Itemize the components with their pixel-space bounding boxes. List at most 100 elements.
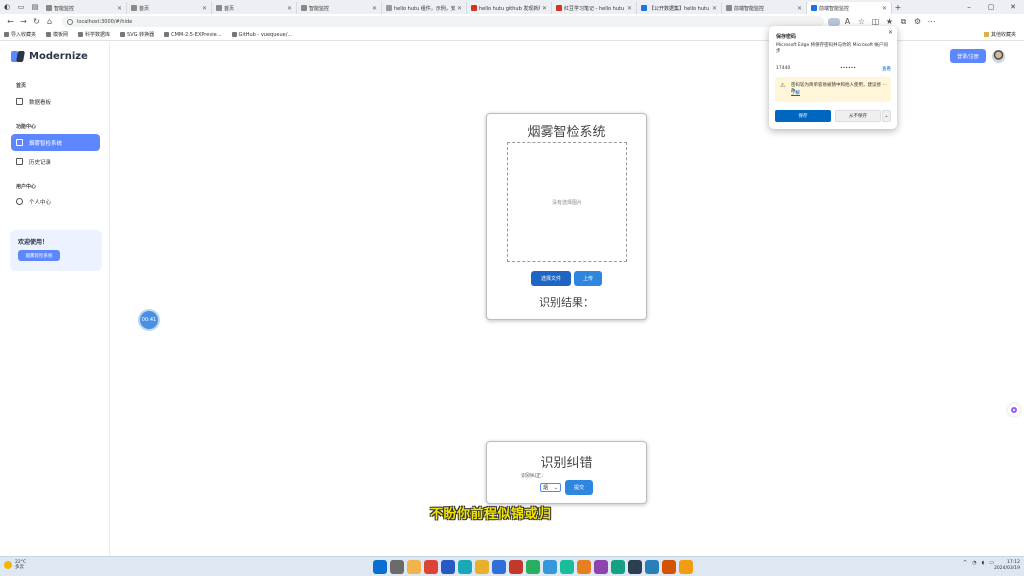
browser-tab[interactable]: 首页 ✕ <box>212 2 297 14</box>
volume-icon[interactable]: ◖ <box>982 560 985 566</box>
edge-assistant-icon[interactable] <box>1008 404 1020 416</box>
home-icon[interactable]: ⌂ <box>43 15 56 28</box>
tab-close-icon[interactable]: ✕ <box>202 5 207 12</box>
vscode-icon[interactable] <box>492 560 506 574</box>
settings-more-icon[interactable]: ⋯ <box>925 15 938 28</box>
submit-button[interactable]: 提交 <box>565 480 593 495</box>
file-explorer-icon[interactable] <box>407 560 421 574</box>
app-icon[interactable] <box>611 560 625 574</box>
browser-tab[interactable]: 智能监控 ✕ <box>297 2 382 14</box>
tab-close-icon[interactable]: ✕ <box>797 5 802 12</box>
url-field[interactable]: localhost:3000/#/hide <box>62 16 824 27</box>
browser-tab[interactable]: hello hutu 组件，示例，安装 ✕ <box>382 2 467 14</box>
sidebar-item-history[interactable]: 历史记录 <box>11 153 100 170</box>
app-icon[interactable] <box>662 560 676 574</box>
sidebar-item-profile[interactable]: 个人中心 <box>11 193 100 210</box>
browser-tab[interactable]: 智能监控 ✕ <box>42 2 127 14</box>
tab-close-icon[interactable]: ✕ <box>627 5 632 12</box>
extensions-icon[interactable]: ⚙ <box>911 15 924 28</box>
minimize-button[interactable]: – <box>958 0 980 14</box>
folder-icon[interactable] <box>475 560 489 574</box>
correction-select[interactable]: 烟 ⌄ <box>540 483 561 492</box>
sidebar-item-dashboard[interactable]: 数据看板 <box>11 93 100 110</box>
more-icon[interactable]: … <box>883 82 888 87</box>
app-icon[interactable] <box>628 560 642 574</box>
never-save-button[interactable]: 从不保存 <box>835 110 881 122</box>
new-tab-button[interactable]: + <box>892 3 904 12</box>
image-preview-area[interactable]: 没有选择图片 <box>507 142 627 262</box>
select-file-button[interactable]: 选择文件 <box>531 271 571 286</box>
close-window-button[interactable]: ✕ <box>1002 0 1024 14</box>
wifi-icon[interactable]: ◔ <box>972 560 976 566</box>
maximize-button[interactable]: ▢ <box>980 0 1002 14</box>
close-icon[interactable]: ✕ <box>888 29 893 36</box>
other-favorites-folder[interactable]: 其他收藏夹 <box>983 31 1016 38</box>
app-icon[interactable] <box>594 560 608 574</box>
start-icon[interactable] <box>373 560 387 574</box>
bookmark-icon <box>4 32 9 37</box>
sidebar-item-label: 烟雾智检系统 <box>29 140 63 147</box>
avatar[interactable] <box>992 50 1005 63</box>
bookmark-item[interactable]: SVG 转换器 <box>120 31 154 38</box>
app-icon[interactable] <box>577 560 591 574</box>
tab-close-icon[interactable]: ✕ <box>287 5 292 12</box>
browser-tab[interactable]: 前端智能监控 ✕ <box>807 2 892 14</box>
app-icon[interactable] <box>526 560 540 574</box>
bookmark-item[interactable]: 模板网 <box>46 31 68 38</box>
refresh-icon[interactable]: ↻ <box>30 15 43 28</box>
tab-close-icon[interactable]: ✕ <box>542 5 547 12</box>
result-label: 识别结果： <box>539 296 594 309</box>
vertical-tabs-icon[interactable]: ▤ <box>28 0 42 14</box>
browser-tab[interactable]: hello hutu github 发现新版 ✕ <box>467 2 552 14</box>
app-icon[interactable] <box>560 560 574 574</box>
warning-link[interactable]: 了解 <box>791 90 800 96</box>
clock[interactable]: 17:12 2024/03/19 <box>994 560 1020 572</box>
site-info-icon[interactable] <box>67 18 73 25</box>
tab-close-icon[interactable]: ✕ <box>457 5 462 12</box>
warning-icon: ⚠ <box>780 82 786 89</box>
bookmark-item[interactable]: GitHub - vuequeue/... <box>231 31 292 38</box>
app-icon[interactable] <box>441 560 455 574</box>
edge-icon[interactable] <box>458 560 472 574</box>
login-button[interactable]: 登录/注册 <box>950 49 986 63</box>
password-key-icon[interactable] <box>828 17 840 26</box>
weather-desc: 多云 <box>15 565 24 570</box>
save-password-button[interactable]: 保存 <box>775 110 831 122</box>
sidebar-item-smoke-detection[interactable]: 烟雾智检系统 <box>11 134 100 151</box>
forward-icon[interactable]: → <box>17 15 30 28</box>
collections-icon[interactable]: ⧉ <box>897 15 910 28</box>
browser-tab[interactable]: 前端智能监控 ✕ <box>722 2 807 14</box>
chevron-down-icon[interactable]: ⌄ <box>882 110 891 122</box>
url-text: localhost:3000/#/hide <box>77 18 133 25</box>
task-view-icon[interactable] <box>390 560 404 574</box>
browser-tab[interactable]: 首页 ✕ <box>127 2 212 14</box>
browser-profile-icon[interactable]: ◐ <box>0 0 14 14</box>
tab-close-icon[interactable]: ✕ <box>117 5 122 12</box>
app-icon[interactable] <box>679 560 693 574</box>
tab-close-icon[interactable]: ✕ <box>372 5 377 12</box>
tab-favicon-icon <box>811 5 817 11</box>
upload-button[interactable]: 上传 <box>574 271 602 286</box>
logo[interactable]: Modernize <box>11 51 88 62</box>
tab-label: 前端智能监控 <box>734 5 765 12</box>
tab-actions-icon[interactable]: ▭ <box>14 0 28 14</box>
tab-close-icon[interactable]: ✕ <box>882 5 887 12</box>
weather-widget[interactable]: 22°C 多云 <box>4 560 26 570</box>
app-icon[interactable] <box>543 560 557 574</box>
browser-tab[interactable]: 红豆学习笔记 - hello hutu ✕ <box>552 2 637 14</box>
tab-close-icon[interactable]: ✕ <box>712 5 717 12</box>
app-icon[interactable] <box>509 560 523 574</box>
browser-tab[interactable]: 【公开数据集】hello hutu ✕ <box>637 2 722 14</box>
app-icon[interactable] <box>645 560 659 574</box>
back-icon[interactable]: ← <box>4 15 17 28</box>
bookmark-item[interactable]: 导入收藏夹 <box>4 31 36 38</box>
bookmark-item[interactable]: CMM-2.5-EXPrevie... <box>164 31 222 38</box>
tab-label: hello hutu 组件，示例，安装 <box>394 5 455 12</box>
floating-timer-bubble[interactable]: 00:41 <box>140 311 158 329</box>
chevron-up-icon[interactable]: ^ <box>963 560 967 566</box>
bookmark-item[interactable]: 科学数据库 <box>78 31 110 38</box>
chrome-icon[interactable] <box>424 560 438 574</box>
view-password-link[interactable]: 查看 <box>882 66 891 72</box>
welcome-button[interactable]: 烟雾智检系统 <box>18 250 60 261</box>
tab-label: hello hutu github 发现新版 <box>479 5 540 12</box>
